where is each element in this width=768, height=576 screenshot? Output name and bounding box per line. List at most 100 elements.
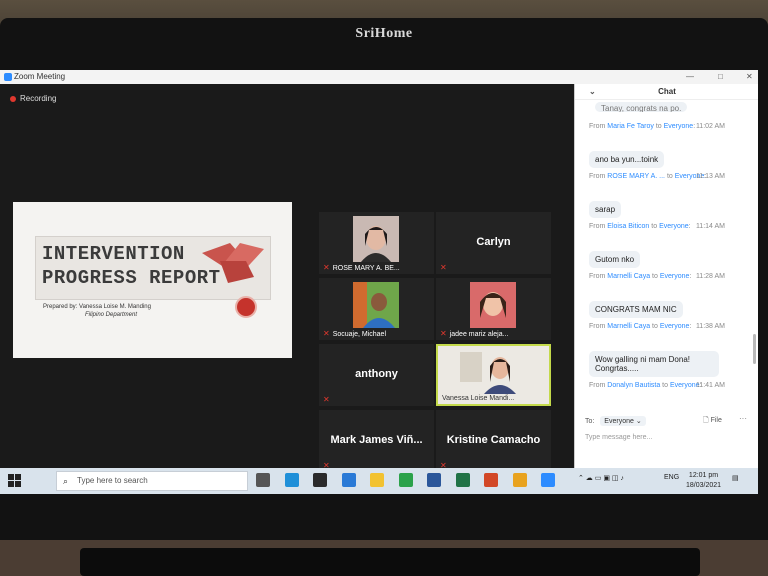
chat-time: 11:13 AM <box>695 173 725 180</box>
participant-tile[interactable]: Carlyn ✕ <box>436 212 551 274</box>
recording-label: Recording <box>20 94 57 103</box>
chat-message-meta: From Donalyn Bautista to Everyone: 11:41 … <box>589 382 725 389</box>
slide-title-banner: INTERVENTION PROGRESS REPORT <box>35 236 271 300</box>
task-view-icon[interactable] <box>256 473 270 487</box>
photo-of-monitor: SriHome Zoom Meeting — □ ✕ Recording INT… <box>0 0 768 576</box>
store-icon[interactable] <box>313 473 327 487</box>
active-speaker-tile[interactable]: Vanessa Loise Mandi... <box>436 344 551 406</box>
participant-tile[interactable]: Mark James Viñ... ✕ <box>319 410 434 472</box>
school-seal-icon <box>235 296 257 318</box>
chat-message: From ROSE MARY A. ... to Everyone: 11:13 … <box>589 173 758 218</box>
chat-sender: ROSE MARY A. ... <box>607 173 666 180</box>
maximize-button[interactable]: □ <box>718 70 723 84</box>
powerpoint-icon[interactable] <box>484 473 498 487</box>
mail-icon[interactable] <box>341 473 356 487</box>
chat-recipient-name: Everyone <box>659 273 690 280</box>
chat-time: 11:02 AM <box>695 123 725 130</box>
windows-taskbar: ⌕ Type here to search ⌃ ☁ ▭ ▣ ◫ ♪ ENG 12… <box>0 468 758 494</box>
participant-tile[interactable]: anthony ✕ <box>319 344 434 406</box>
clock-date: 18/03/2021 <box>686 482 722 489</box>
chat-message-meta: From Marnelli Caya to Everyone: 11:28 AM <box>589 273 725 280</box>
chat-sender: Donalyn Bautista <box>607 382 661 389</box>
participant-label: Vanessa Loise Mandi... <box>442 395 515 402</box>
chrome-icon[interactable] <box>512 473 527 487</box>
language-indicator[interactable]: ENG <box>664 474 679 481</box>
close-button[interactable]: ✕ <box>746 70 753 84</box>
handshake-icon <box>202 243 264 283</box>
participant-name: Carlyn <box>476 236 511 248</box>
participant-video-icon <box>353 216 399 262</box>
chat-time: 11:41 AM <box>695 382 725 389</box>
chat-recipient-name: Everyone <box>663 123 694 130</box>
muted-mic-icon: ✕ <box>323 329 330 338</box>
participant-label: ✕ <box>323 395 333 404</box>
xbox-icon[interactable] <box>398 473 413 487</box>
muted-mic-icon: ✕ <box>323 395 330 404</box>
windows-start-icon[interactable] <box>8 474 22 488</box>
chat-message-meta: From Eloisa Biticon to Everyone: 11:14 AM <box>589 223 725 230</box>
taskbar-search-input[interactable]: ⌕ Type here to search <box>56 471 248 491</box>
monitor-brand-logo: SriHome <box>355 26 413 41</box>
muted-mic-icon: ✕ <box>323 263 330 272</box>
participant-video-icon <box>353 282 399 328</box>
notifications-icon[interactable]: ▤ <box>732 474 739 482</box>
chat-bubble: sarap <box>589 201 622 218</box>
participant-video-icon <box>458 348 528 394</box>
search-icon: ⌕ <box>63 476 69 486</box>
participant-tile[interactable]: ✕ jadee mariz aleja... <box>436 278 551 340</box>
chat-message: From Eloisa Biticon to Everyone: 11:14 AM… <box>589 223 758 268</box>
chat-recipient-name: Everyone <box>659 323 690 330</box>
recording-indicator: Recording <box>10 94 56 103</box>
muted-mic-icon: ✕ <box>440 329 447 338</box>
more-options-button[interactable]: ··· <box>739 414 747 423</box>
slide-title-line1: INTERVENTION <box>42 243 185 265</box>
file-explorer-icon[interactable] <box>370 473 384 487</box>
system-tray-icons[interactable]: ⌃ ☁ ▭ ▣ ◫ ♪ <box>578 474 624 482</box>
taskbar-clock[interactable]: 12:01 pm 18/03/2021 <box>686 471 721 491</box>
participant-tile[interactable]: ✕ ROSE MARY A. BE... <box>319 212 434 274</box>
chat-message: From Maria Fe Taroy to Everyone: 11:02 AM… <box>589 123 758 168</box>
monitor-stand <box>80 548 700 576</box>
chat-panel: ⌄ Chat Tanay, congrats na po. From Maria… <box>574 84 758 468</box>
word-icon[interactable] <box>427 473 441 487</box>
chat-sender: Maria Fe Taroy <box>607 123 654 130</box>
participant-label: ✕ ROSE MARY A. BE... <box>323 263 400 272</box>
recording-dot-icon <box>10 95 16 102</box>
chat-message: From Donalyn Bautista to Everyone: 11:41 … <box>589 382 758 400</box>
participant-tile[interactable]: Kristine Camacho ✕ <box>436 410 551 472</box>
chat-recipient-name: Everyone <box>659 223 689 230</box>
chat-message: From Marnelli Caya to Everyone: 11:28 AM C… <box>589 273 758 318</box>
participant-label: ✕ <box>440 263 450 272</box>
chevron-down-icon[interactable]: ⌄ <box>589 84 596 100</box>
participant-label: ✕ jadee mariz aleja... <box>440 329 509 338</box>
window-titlebar: Zoom Meeting — □ ✕ <box>0 70 758 84</box>
chat-input[interactable]: Type message here... <box>585 434 652 441</box>
participant-name: Mark James Viñ... <box>330 434 423 446</box>
chat-time: 11:14 AM <box>695 223 725 230</box>
slide-title-line2: PROGRESS REPORT <box>42 267 221 289</box>
chat-bubble: Gutom nko <box>589 251 641 268</box>
chat-recipient: To: Everyone ⌄ <box>585 416 646 426</box>
file-button[interactable]: 🗋 File <box>703 416 722 427</box>
excel-icon[interactable] <box>455 473 470 487</box>
clock-time: 12:01 pm <box>688 472 719 479</box>
chat-bubble: Wow galling ni mam Dona! Congrtas..... <box>589 351 719 377</box>
recipient-select[interactable]: Everyone ⌄ <box>600 416 646 426</box>
minimize-button[interactable]: — <box>686 70 694 84</box>
chat-scrollbar[interactable] <box>753 334 756 364</box>
participant-label: ✕ Socuaje, Michael <box>323 329 387 338</box>
participant-name: anthony <box>355 368 398 380</box>
slide-department: Filipino Department <box>85 312 138 318</box>
muted-mic-icon: ✕ <box>440 263 447 272</box>
screen: Zoom Meeting — □ ✕ Recording INTERVENTIO… <box>0 70 758 494</box>
chat-messages[interactable]: Tanay, congrats na po. From Maria Fe Tar… <box>575 102 758 400</box>
chat-sender: Marnelli Caya <box>607 273 651 280</box>
participant-video-icon <box>470 282 516 328</box>
edge-icon[interactable] <box>284 473 299 487</box>
window-title: Zoom Meeting <box>14 72 66 81</box>
chat-bubble: Tanay, congrats na po. <box>595 102 688 112</box>
zoom-icon[interactable] <box>541 473 555 487</box>
shared-screen-slide[interactable]: INTERVENTION PROGRESS REPORT Prepared by… <box>13 202 292 358</box>
participant-tile[interactable]: ✕ Socuaje, Michael <box>319 278 434 340</box>
chat-message-meta: From Marnelli Caya to Everyone: 11:38 AM <box>589 323 725 330</box>
